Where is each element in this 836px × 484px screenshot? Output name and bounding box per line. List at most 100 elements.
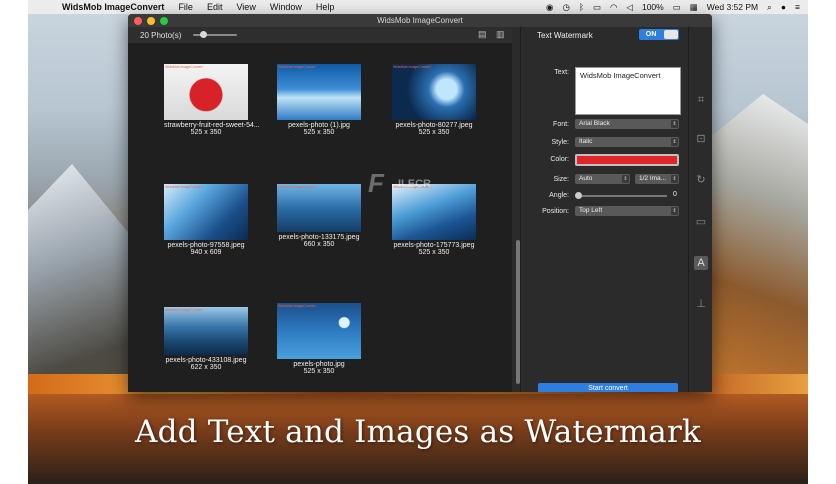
- font-label: Font:: [553, 121, 569, 128]
- thumbnail: WidsMob ImageConvert: [164, 64, 248, 120]
- thumbnail-size-slider[interactable]: [193, 31, 238, 38]
- panel-header: Text Watermark ON: [521, 27, 689, 43]
- globe-icon[interactable]: ◉: [546, 2, 553, 13]
- resize-icon[interactable]: ⊡: [694, 132, 708, 146]
- font-value: Arial Black: [579, 120, 610, 127]
- photo-name: pexels-photo.jpg: [293, 361, 345, 368]
- panel-title: Text Watermark: [537, 30, 593, 40]
- bluetooth-icon[interactable]: ᛒ: [579, 2, 584, 12]
- photo-dimensions: 622 x 350: [190, 364, 222, 371]
- watermark-toggle[interactable]: ON: [639, 29, 679, 40]
- status-area: ◉ ◷ ᛒ ▭ ◠ ◁ 100% ▭ ▦ Wed 3:52 PM ⌕ ● ≡: [546, 0, 800, 14]
- trash-icon[interactable]: ▥: [496, 29, 505, 40]
- mountain-left: [28, 164, 138, 394]
- rotate-icon[interactable]: ↻: [694, 173, 708, 187]
- flag-icon[interactable]: ▦: [690, 2, 698, 13]
- angle-slider[interactable]: [575, 192, 667, 199]
- tool-strip: ⌗ ⊡ ↻ ▭ A ⊥: [688, 27, 712, 392]
- menu-edit[interactable]: Edit: [207, 2, 223, 12]
- time-machine-icon[interactable]: ◷: [562, 2, 569, 13]
- menu-help[interactable]: Help: [316, 2, 335, 12]
- menu-app-name[interactable]: WidsMob ImageConvert: [62, 2, 164, 12]
- app-window: WidsMob ImageConvert 20 Photo(s) ▤ ▥ Wid…: [128, 14, 712, 392]
- photo-dimensions: 525 x 350: [418, 129, 450, 136]
- battery-icon[interactable]: ▭: [673, 2, 681, 13]
- image-watermark-icon[interactable]: ⊥: [694, 297, 708, 311]
- color-fill: [577, 156, 677, 164]
- thumbnail: WidsMob ImageConvert: [392, 64, 476, 120]
- chevron-updown-icon: ⇕: [671, 207, 678, 215]
- position-select[interactable]: Top Left ⇕: [575, 206, 679, 216]
- watermark-preview: WidsMob ImageConvert: [278, 65, 316, 69]
- airplay-icon[interactable]: ▭: [593, 2, 601, 13]
- photo-item[interactable]: WidsMob ImageConvert pexels-photo-175773…: [392, 184, 476, 256]
- menu-view[interactable]: View: [236, 2, 255, 12]
- site-logo-text: ILECR: [398, 178, 431, 190]
- photo-item[interactable]: WidsMob ImageConvert pexels-photo-97558.…: [164, 184, 248, 256]
- photo-item[interactable]: WidsMob ImageConvert pexels-photo-80277.…: [392, 64, 476, 136]
- site-logo-mark: F: [368, 168, 384, 198]
- crop-icon[interactable]: ⌗: [694, 93, 708, 107]
- toggle-label: ON: [645, 31, 657, 38]
- watermark-text-field[interactable]: WidsMob ImageConvert: [575, 67, 681, 115]
- wifi-icon[interactable]: ◠: [610, 2, 617, 13]
- print-icon[interactable]: ▤: [478, 29, 487, 40]
- photo-item[interactable]: WidsMob ImageConvert strawberry-fruit-re…: [164, 64, 260, 136]
- text-watermark-icon[interactable]: A: [694, 256, 708, 270]
- menu-bar: WidsMob ImageConvert File Edit View Wind…: [28, 0, 808, 14]
- style-label: Style:: [551, 139, 569, 146]
- clock[interactable]: Wed 3:52 PM: [707, 2, 758, 12]
- angle-label: Angle:: [549, 192, 569, 199]
- spotlight-icon[interactable]: ⌕: [767, 2, 772, 13]
- watermark-preview: WidsMob ImageConvert: [165, 308, 203, 312]
- window-titlebar: WidsMob ImageConvert: [128, 14, 712, 27]
- photo-item[interactable]: WidsMob ImageConvert pexels-photo-133175…: [277, 184, 361, 248]
- photo-name: pexels-photo-80277.jpeg: [395, 122, 473, 129]
- style-value: Italic: [579, 138, 593, 145]
- volume-icon[interactable]: ◁: [626, 2, 633, 13]
- thumbnail: WidsMob ImageConvert: [164, 307, 248, 355]
- chevron-updown-icon: ⇕: [671, 120, 678, 128]
- menu-file[interactable]: File: [178, 2, 193, 12]
- menu-window[interactable]: Window: [270, 2, 302, 12]
- frame-icon[interactable]: ▭: [694, 215, 708, 229]
- toggle-knob: [664, 30, 678, 39]
- promo-caption: Add Text and Images as Watermark: [135, 414, 701, 450]
- style-select[interactable]: Italic ⇕: [575, 137, 679, 147]
- size-select[interactable]: Auto ⇕: [575, 174, 630, 184]
- watermark-preview: WidsMob ImageConvert: [278, 304, 316, 308]
- photo-item[interactable]: WidsMob ImageConvert pexels-photo.jpg 52…: [277, 303, 361, 375]
- mountain-right: [708, 94, 808, 394]
- photo-name: pexels-photo (1).jpg: [288, 122, 350, 129]
- color-picker[interactable]: [575, 154, 679, 166]
- photo-dimensions: 525 x 350: [418, 249, 450, 256]
- browser-toolbar: 20 Photo(s) ▤ ▥: [128, 27, 512, 44]
- photo-dimensions: 525 x 350: [303, 368, 335, 375]
- photo-item[interactable]: WidsMob ImageConvert pexels-photo (1).jp…: [277, 64, 361, 136]
- size-label: Size:: [553, 176, 569, 183]
- slider-knob[interactable]: [199, 31, 207, 38]
- photo-item[interactable]: WidsMob ImageConvert pexels-photo-433108…: [164, 307, 248, 371]
- battery-percent: 100%: [641, 2, 664, 12]
- watermark-preview: WidsMob ImageConvert: [393, 65, 431, 69]
- photo-dimensions: 940 x 609: [190, 249, 222, 256]
- text-label: Text:: [554, 69, 569, 76]
- photo-name: pexels-photo-433108.jpeg: [165, 357, 247, 364]
- chevron-updown-icon: ⇕: [671, 138, 678, 146]
- photo-dimensions: 660 x 350: [303, 241, 335, 248]
- font-select[interactable]: Arial Black ⇕: [575, 119, 679, 129]
- chevron-updown-icon: ⇕: [622, 175, 629, 183]
- size-ratio-select[interactable]: 1/2 Ima... ⇕: [635, 174, 679, 184]
- angle-knob[interactable]: [575, 192, 582, 199]
- siri-icon[interactable]: ●: [781, 2, 786, 12]
- notification-center-icon[interactable]: ≡: [795, 2, 800, 12]
- start-convert-button[interactable]: Start convert: [538, 383, 678, 392]
- position-value: Top Left: [579, 207, 603, 214]
- chevron-updown-icon: ⇕: [671, 175, 678, 183]
- photo-dimensions: 525 x 350: [190, 129, 222, 136]
- watermark-preview: WidsMob ImageConvert: [278, 185, 316, 189]
- photo-grid: WidsMob ImageConvert strawberry-fruit-re…: [128, 44, 512, 392]
- photo-name: pexels-photo-97558.jpeg: [167, 242, 245, 249]
- photo-name: strawberry-fruit-red-sweet-54...: [164, 122, 260, 129]
- thumbnail: WidsMob ImageConvert: [277, 64, 361, 120]
